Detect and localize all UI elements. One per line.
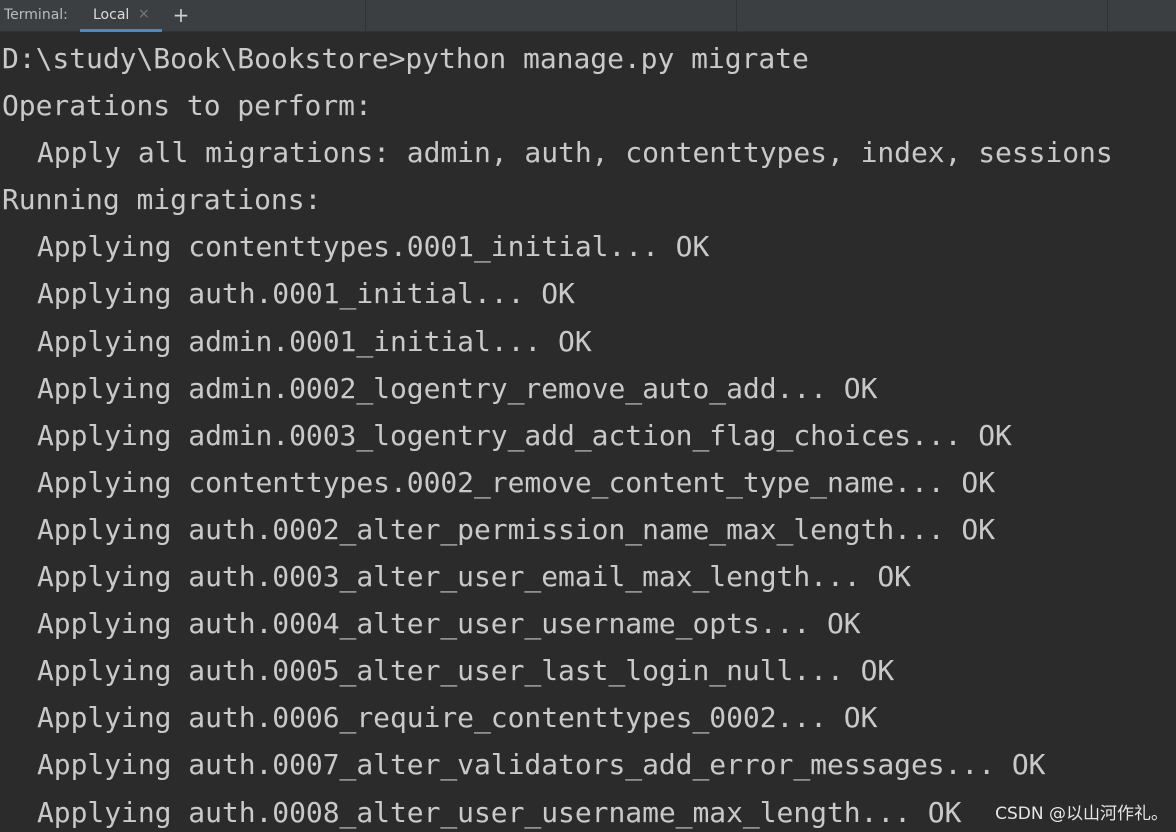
terminal-line: Apply all migrations: admin, auth, conte… xyxy=(37,136,1113,170)
tabbar-divider xyxy=(1107,0,1108,32)
terminal-line: Applying auth.0002_alter_permission_name… xyxy=(37,512,996,546)
tab-local[interactable]: Local × xyxy=(80,0,162,32)
terminal-line: Applying admin.0001_initial... OK xyxy=(37,324,592,358)
terminal-line: Applying auth.0003_alter_user_email_max_… xyxy=(37,560,911,594)
terminal-line: Applying auth.0006_require_contenttypes_… xyxy=(37,701,878,735)
terminal-line: Applying auth.0001_initial... OK xyxy=(37,277,575,311)
terminal-output[interactable]: D:\study\Book\Bookstore>python manage.py… xyxy=(2,35,1176,832)
terminal-line: Running migrations: xyxy=(2,183,322,217)
terminal-window: Terminal: Local × + D:\study\Book\Bookst… xyxy=(0,0,1176,832)
terminal-line: Applying contenttypes.0002_remove_conten… xyxy=(37,465,996,499)
terminal-line: Applying admin.0003_logentry_add_action_… xyxy=(37,418,1012,452)
terminal-line: Operations to perform: xyxy=(2,89,372,123)
terminal-line: D:\study\Book\Bookstore>python manage.py… xyxy=(2,42,809,75)
terminal-line: Applying auth.0004_alter_user_username_o… xyxy=(37,607,861,641)
terminal-line: Applying contenttypes.0001_initial... OK xyxy=(37,230,710,264)
terminal-line: Applying admin.0002_logentry_remove_auto… xyxy=(37,371,878,405)
terminal-tabbar: Terminal: Local × + xyxy=(0,0,1176,32)
tabbar-divider xyxy=(365,0,366,32)
close-icon[interactable]: × xyxy=(138,6,150,22)
terminal-line: Applying auth.0007_alter_validators_add_… xyxy=(37,748,1046,782)
add-tab-icon[interactable]: + xyxy=(172,3,190,27)
terminal-label: Terminal: xyxy=(4,7,68,23)
tab-local-label: Local xyxy=(93,7,130,23)
terminal-line: Applying auth.0005_alter_user_last_login… xyxy=(37,654,895,688)
tabbar-divider xyxy=(736,0,737,32)
watermark: CSDN @以山河作礼。 xyxy=(993,799,1170,824)
